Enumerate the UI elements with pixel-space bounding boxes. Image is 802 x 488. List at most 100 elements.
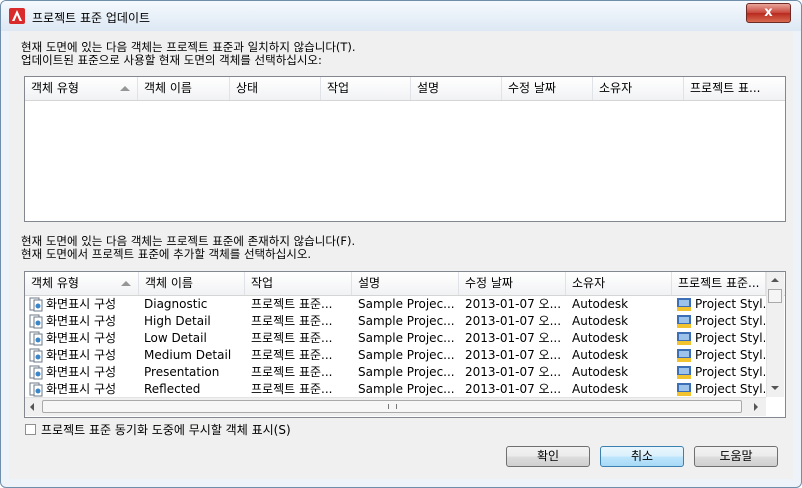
- scroll-down-icon[interactable]: [771, 386, 779, 390]
- column-header-object-name[interactable]: 객체 이름: [138, 77, 230, 100]
- project-standards-icon: [677, 349, 691, 362]
- project-standards-icon: [677, 332, 691, 345]
- cell-name: Low Detail: [144, 331, 207, 345]
- column-header-project-standard[interactable]: 프로젝트 표준...: [672, 272, 766, 295]
- table-header: 객체 유형 객체 이름 작업 설명 수정 날짜 소유자 프로젝트 표준...: [25, 272, 785, 296]
- show-ignored-checkbox[interactable]: [25, 424, 36, 435]
- scroll-left-icon[interactable]: [30, 403, 34, 411]
- show-ignored-label[interactable]: 프로젝트 표준 동기화 도중에 무시할 객체 표시(S): [41, 421, 291, 438]
- dialog-window: 프로젝트 표준 업데이트 x 현재 도면에 있는 다음 객체는 프로젝트 표준과…: [0, 0, 802, 488]
- cell-type: 화면표시 구성: [46, 365, 117, 379]
- cell-date: 2013-01-07 오...: [465, 297, 562, 311]
- cell-type: 화면표시 구성: [46, 314, 117, 328]
- cell-type: 화면표시 구성: [46, 348, 117, 362]
- autocad-app-icon: [9, 8, 25, 24]
- cell-project-standard: Project Styl...: [695, 297, 765, 311]
- column-header-action[interactable]: 작업: [245, 272, 352, 295]
- cell-type: 화면표시 구성: [46, 297, 117, 311]
- cell-name: Presentation: [144, 365, 220, 379]
- cell-date: 2013-01-07 오...: [465, 348, 562, 362]
- scroll-thumb[interactable]: [42, 400, 742, 413]
- cell-date: 2013-01-07 오...: [465, 382, 562, 396]
- column-header-status[interactable]: 상태: [230, 77, 321, 100]
- display-configuration-icon: [29, 314, 43, 329]
- missing-objects-table[interactable]: 객체 유형 객체 이름 작업 설명 수정 날짜 소유자 프로젝트 표준... 화…: [24, 271, 786, 418]
- cell-project-standard: Project Styl...: [695, 331, 765, 345]
- cell-name: Diagnostic: [144, 297, 208, 311]
- sort-ascending-icon: [120, 86, 130, 91]
- column-header-owner[interactable]: 소유자: [566, 272, 672, 295]
- nonmatching-objects-table[interactable]: 객체 유형 객체 이름 상태 작업 설명 수정 날짜 소유자 프로젝트 표...: [24, 76, 786, 222]
- close-button[interactable]: x: [746, 3, 791, 23]
- scroll-right-icon[interactable]: [754, 403, 758, 411]
- cell-date: 2013-01-07 오...: [465, 365, 562, 379]
- scroll-up-icon[interactable]: [771, 278, 779, 282]
- cell-name: Reflected: [144, 382, 201, 396]
- cell-desc: Sample Projec...: [358, 297, 455, 311]
- dialog-body: 현재 도면에 있는 다음 객체는 프로젝트 표준과 일치하지 않습니다(T). …: [9, 31, 793, 479]
- cell-type: 화면표시 구성: [46, 331, 117, 345]
- project-standards-icon: [677, 366, 691, 379]
- scroll-thumb[interactable]: [768, 289, 782, 303]
- cell-project-standard: Project Styl...: [695, 382, 765, 396]
- display-configuration-icon: [29, 297, 43, 312]
- table-row[interactable]: 화면표시 구성 Medium Detail 프로젝트 표준... Sample Pro…: [25, 347, 765, 364]
- cell-project-standard: Project Styl...: [695, 348, 765, 362]
- cell-action: 프로젝트 표준...: [251, 314, 333, 328]
- title-bar[interactable]: 프로젝트 표준 업데이트 x: [1, 1, 801, 31]
- table-row[interactable]: 화면표시 구성 Presentation 프로젝트 표준... Sample Proj…: [25, 364, 765, 381]
- bottom-description: 현재 도면에 있는 다음 객체는 프로젝트 표준에 존재하지 않습니다(F). …: [21, 235, 355, 261]
- cell-name: High Detail: [144, 314, 211, 328]
- table-header: 객체 유형 객체 이름 상태 작업 설명 수정 날짜 소유자 프로젝트 표...: [25, 77, 785, 101]
- ok-button[interactable]: 확인: [506, 446, 590, 467]
- column-header-project-standard[interactable]: 프로젝트 표...: [684, 77, 785, 100]
- project-standards-icon: [677, 383, 691, 396]
- display-configuration-icon: [29, 365, 43, 380]
- cell-desc: Sample Projec...: [358, 331, 455, 345]
- cell-action: 프로젝트 표준...: [251, 297, 333, 311]
- cell-name: Medium Detail: [144, 348, 232, 362]
- table-body: 화면표시 구성 Diagnostic 프로젝트 표준... Sample Projec…: [25, 296, 766, 397]
- column-header-object-name[interactable]: 객체 이름: [139, 272, 245, 295]
- cell-action: 프로젝트 표준...: [251, 348, 333, 362]
- column-header-modified-date[interactable]: 수정 날짜: [502, 77, 593, 100]
- cell-owner: Autodesk: [572, 297, 629, 311]
- column-header-action[interactable]: 작업: [321, 77, 411, 100]
- table-row[interactable]: 화면표시 구성 Low Detail 프로젝트 표준... Sample Projec…: [25, 330, 765, 347]
- cell-date: 2013-01-07 오...: [465, 331, 562, 345]
- cell-type: 화면표시 구성: [46, 382, 117, 396]
- table-row[interactable]: 화면표시 구성 High Detail 프로젝트 표준... Sample Proje…: [25, 313, 765, 330]
- cell-owner: Autodesk: [572, 365, 629, 379]
- sort-ascending-icon: [121, 281, 131, 286]
- display-configuration-icon: [29, 331, 43, 346]
- cell-owner: Autodesk: [572, 382, 629, 396]
- vertical-scrollbar[interactable]: [766, 272, 784, 397]
- horizontal-scrollbar[interactable]: [25, 397, 766, 416]
- column-header-owner[interactable]: 소유자: [593, 77, 684, 100]
- bottom-description-line: 현재 도면에서 프로젝트 표준에 추가할 객체를 선택하십시오.: [21, 247, 312, 261]
- top-description-line: 업데이트된 표준으로 사용할 현재 도면의 객체를 선택하십시오:: [21, 53, 322, 67]
- column-header-description[interactable]: 설명: [411, 77, 502, 100]
- column-header-object-type[interactable]: 객체 유형: [25, 77, 138, 100]
- cell-date: 2013-01-07 오...: [465, 314, 562, 328]
- cell-desc: Sample Projec...: [358, 365, 455, 379]
- table-row[interactable]: 화면표시 구성 Diagnostic 프로젝트 표준... Sample Projec…: [25, 296, 765, 313]
- cell-action: 프로젝트 표준...: [251, 365, 333, 379]
- cell-owner: Autodesk: [572, 331, 629, 345]
- top-description: 현재 도면에 있는 다음 객체는 프로젝트 표준과 일치하지 않습니다(T). …: [21, 41, 356, 67]
- cell-action: 프로젝트 표준...: [251, 331, 333, 345]
- column-header-modified-date[interactable]: 수정 날짜: [459, 272, 566, 295]
- column-header-object-type[interactable]: 객체 유형: [25, 272, 139, 295]
- grip-icon: [388, 404, 397, 409]
- column-header-description[interactable]: 설명: [352, 272, 459, 295]
- table-row[interactable]: 화면표시 구성 Reflected 프로젝트 표준... Sample Projec.…: [25, 381, 765, 397]
- cell-desc: Sample Projec...: [358, 382, 455, 396]
- help-button[interactable]: 도움말: [694, 446, 778, 467]
- header-label: 객체 유형: [31, 81, 79, 95]
- cell-project-standard: Project Styl...: [695, 365, 765, 379]
- cell-project-standard: Project Styl...: [695, 314, 765, 328]
- project-standards-icon: [677, 315, 691, 328]
- header-label: 객체 유형: [31, 276, 79, 290]
- cancel-button[interactable]: 취소: [600, 446, 684, 467]
- cell-owner: Autodesk: [572, 314, 629, 328]
